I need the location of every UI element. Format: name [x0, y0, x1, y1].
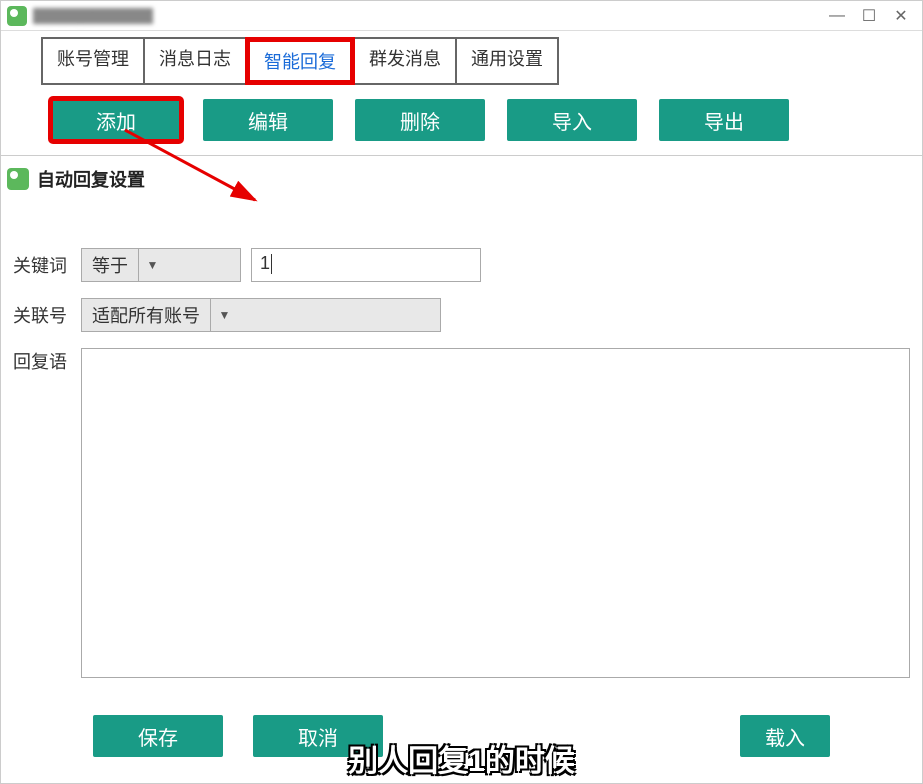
app-title: （应用标题） [33, 8, 153, 24]
tab-message-log[interactable]: 消息日志 [143, 37, 247, 85]
tab-smart-reply[interactable]: 智能回复 [245, 37, 355, 85]
keyword-input[interactable]: 1 [251, 248, 481, 282]
account-label: 关联号 [13, 302, 81, 328]
import-button[interactable]: 导入 [507, 99, 637, 141]
tab-account-mgmt[interactable]: 账号管理 [41, 37, 145, 85]
row-account: 关联号 适配所有账号 ▼ [13, 298, 910, 332]
section-icon [7, 168, 29, 190]
save-button[interactable]: 保存 [93, 715, 223, 757]
app-icon [7, 6, 27, 26]
minimize-button[interactable]: — [822, 4, 852, 28]
form-area: 关键词 等于 ▼ 1 关联号 适配所有账号 ▼ 回复语 保存 取消 载入 [1, 198, 922, 783]
section-header: 自动回复设置 [1, 155, 922, 198]
toolbar: 添加 编辑 删除 导入 导出 [1, 85, 922, 155]
tabs-row: 账号管理 消息日志 智能回复 群发消息 通用设置 [1, 31, 922, 85]
keyword-operator-select[interactable]: 等于 ▼ [81, 248, 241, 282]
keyword-input-value: 1 [260, 253, 270, 273]
tab-general-settings[interactable]: 通用设置 [455, 37, 559, 85]
chevron-down-icon[interactable]: ▼ [210, 299, 238, 331]
text-cursor [271, 254, 272, 274]
keyword-operator-value: 等于 [82, 249, 138, 281]
window-controls: — ☐ ✕ [822, 4, 916, 28]
account-select-value: 适配所有账号 [82, 299, 210, 331]
tab-broadcast[interactable]: 群发消息 [353, 37, 457, 85]
keyword-label: 关键词 [13, 252, 81, 278]
export-button[interactable]: 导出 [659, 99, 789, 141]
app-window: （应用标题） — ☐ ✕ 账号管理 消息日志 智能回复 群发消息 通用设置 添加… [0, 0, 923, 784]
caption-overlay: 别人回复1的时候 [348, 736, 575, 780]
load-button[interactable]: 载入 [740, 715, 830, 757]
row-keyword: 关键词 等于 ▼ 1 [13, 248, 910, 282]
delete-button[interactable]: 删除 [355, 99, 485, 141]
maximize-button[interactable]: ☐ [854, 4, 884, 28]
edit-button[interactable]: 编辑 [203, 99, 333, 141]
account-select[interactable]: 适配所有账号 ▼ [81, 298, 441, 332]
add-button[interactable]: 添加 [51, 99, 181, 141]
titlebar: （应用标题） — ☐ ✕ [1, 1, 922, 31]
row-reply: 回复语 [13, 348, 910, 683]
chevron-down-icon[interactable]: ▼ [138, 249, 166, 281]
reply-label: 回复语 [13, 348, 81, 374]
reply-textarea[interactable] [81, 348, 910, 678]
section-title: 自动回复设置 [37, 166, 145, 192]
close-button[interactable]: ✕ [886, 4, 916, 28]
